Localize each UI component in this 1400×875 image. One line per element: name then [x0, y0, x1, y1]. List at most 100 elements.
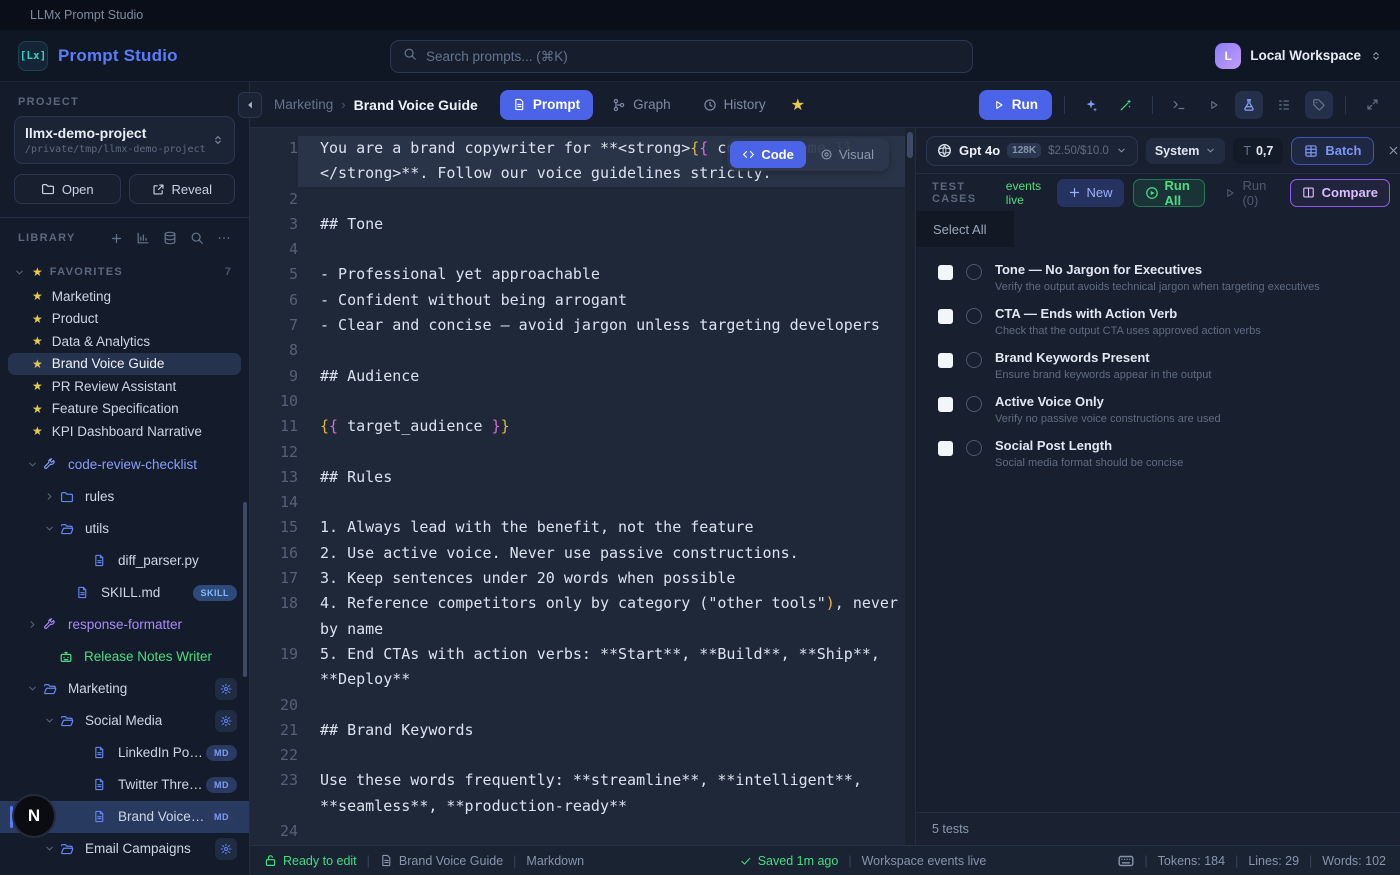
keyboard-icon[interactable] [1118, 853, 1134, 869]
test-case-row[interactable]: Active Voice OnlyVerify no passive voice… [916, 392, 1400, 429]
chevron-down-icon[interactable] [27, 459, 43, 470]
gear-icon[interactable] [215, 710, 237, 732]
role-select[interactable]: System [1146, 138, 1225, 164]
flask-icon[interactable] [1235, 91, 1263, 119]
terminal-icon[interactable] [1165, 91, 1193, 119]
tree-item[interactable]: Brand Voice Gui...MDN [0, 801, 249, 833]
favorite-toggle-star[interactable]: ★ [791, 95, 805, 115]
run-button[interactable]: Run [979, 90, 1052, 120]
editor-line[interactable]: 2 [250, 187, 905, 212]
chevron-right-icon[interactable] [44, 491, 60, 502]
favorite-item[interactable]: ★PR Review Assistant [8, 375, 241, 398]
tag-icon[interactable] [1305, 91, 1333, 119]
test-case-status-circle[interactable] [966, 440, 982, 456]
add-icon[interactable] [110, 232, 123, 245]
chevron-right-icon[interactable] [27, 619, 43, 630]
test-case-status-circle[interactable] [966, 396, 982, 412]
chart-icon[interactable] [136, 231, 150, 245]
search-input[interactable] [426, 49, 960, 64]
test-case-row[interactable]: CTA — Ends with Action VerbCheck that th… [916, 304, 1400, 341]
project-selector[interactable]: llmx-demo-project /private/tmp/llmx-demo… [14, 116, 235, 164]
magic-wand-icon[interactable] [1112, 91, 1140, 119]
model-selector[interactable]: Gpt 4o 128K $2.50/$10.0 [926, 136, 1138, 166]
tree-item[interactable]: LinkedIn Post...MD [0, 737, 249, 769]
visual-mode-button[interactable]: Visual [808, 141, 886, 168]
tree-item[interactable]: code-review-checklist [0, 449, 249, 481]
editor-line[interactable]: 21## Brand Keywords [250, 718, 905, 743]
editor-line[interactable]: 9## Audience [250, 364, 905, 389]
test-case-row[interactable]: Brand Keywords PresentEnsure brand keywo… [916, 348, 1400, 385]
tab-history[interactable]: History [690, 90, 779, 120]
search-bar[interactable] [390, 40, 973, 73]
test-case-checkbox[interactable] [938, 265, 953, 280]
open-project-button[interactable]: Open [14, 174, 121, 204]
tree-item[interactable]: rules [0, 481, 249, 513]
temperature-input[interactable]: T 0,7 [1233, 138, 1283, 164]
tree-item[interactable]: diff_parser.py [0, 545, 249, 577]
test-case-checkbox[interactable] [938, 309, 953, 324]
close-panel-icon[interactable] [1387, 144, 1400, 157]
more-options-icon[interactable] [217, 231, 231, 245]
editor-line[interactable]: 13## Rules [250, 465, 905, 490]
editor-line[interactable]: 8 [250, 338, 905, 363]
batch-button[interactable]: Batch [1291, 137, 1374, 165]
editor-line[interactable]: 5- Professional yet approachable [250, 262, 905, 287]
collapse-sidebar-button[interactable] [238, 92, 262, 118]
new-test-button[interactable]: New [1057, 179, 1123, 207]
editor-line[interactable]: 184. Reference competitors only by categ… [250, 591, 905, 642]
gear-icon[interactable] [215, 838, 237, 860]
editor-scrollbar-thumb[interactable] [907, 132, 913, 158]
editor-line[interactable]: 4 [250, 237, 905, 262]
editor-line[interactable]: 22 [250, 743, 905, 768]
editor-line[interactable]: 3## Tone [250, 212, 905, 237]
tree-item[interactable]: Release Notes Writer [0, 641, 249, 673]
tree-item[interactable]: response-formatter [0, 609, 249, 641]
run-selected-button[interactable]: Run (0) [1214, 179, 1280, 207]
test-case-checkbox[interactable] [938, 441, 953, 456]
tree-item[interactable]: utils [0, 513, 249, 545]
favorite-item[interactable]: ★Product [8, 308, 241, 331]
chevron-down-icon[interactable] [44, 715, 60, 726]
editor-line[interactable]: 195. End CTAs with action verbs: **Start… [250, 642, 905, 693]
favorites-section-header[interactable]: ★ FAVORITES 7 [0, 254, 249, 285]
expand-icon[interactable] [1358, 91, 1386, 119]
test-case-status-circle[interactable] [966, 352, 982, 368]
editor-lines[interactable]: 1You are a brand copywriter for **<stron… [250, 128, 905, 844]
reveal-project-button[interactable]: Reveal [129, 174, 236, 204]
breadcrumb-parent[interactable]: Marketing [274, 97, 333, 112]
gear-icon[interactable] [215, 678, 237, 700]
editor-line[interactable]: 12 [250, 440, 905, 465]
compare-button[interactable]: Compare [1290, 179, 1390, 207]
editor-line[interactable]: 173. Keep sentences under 20 words when … [250, 566, 905, 591]
favorite-item[interactable]: ★Brand Voice Guide [8, 353, 241, 376]
chevron-down-icon[interactable] [44, 523, 60, 534]
search-library-icon[interactable] [190, 231, 204, 245]
sparkles-icon[interactable] [1077, 91, 1105, 119]
tab-graph[interactable]: Graph [599, 90, 684, 120]
editor-line[interactable]: 11{{ target_audience }} [250, 414, 905, 439]
favorite-item[interactable]: ★KPI Dashboard Narrative [8, 420, 241, 443]
tree-item[interactable]: SKILL.mdSKILL [0, 577, 249, 609]
test-case-row[interactable]: Social Post LengthSocial media format sh… [916, 436, 1400, 473]
play-outline-icon[interactable] [1200, 91, 1228, 119]
tab-prompt[interactable]: Prompt [500, 90, 593, 120]
editor-line[interactable]: 23Use these words frequently: **streamli… [250, 768, 905, 819]
database-icon[interactable] [163, 231, 177, 245]
tree-item[interactable]: Social Media [0, 705, 249, 737]
editor-line[interactable]: 7- Clear and concise — avoid jargon unle… [250, 313, 905, 338]
run-all-button[interactable]: Run All [1133, 179, 1206, 207]
tree-item[interactable]: Marketing [0, 673, 249, 705]
favorite-item[interactable]: ★Feature Specification [8, 398, 241, 421]
code-mode-button[interactable]: Code [730, 141, 806, 168]
test-case-status-circle[interactable] [966, 308, 982, 324]
select-all-button[interactable]: Select All [916, 211, 1014, 247]
editor-line[interactable]: 151. Always lead with the benefit, not t… [250, 515, 905, 540]
test-case-checkbox[interactable] [938, 353, 953, 368]
editor-line[interactable]: 24 [250, 819, 905, 844]
editor-line[interactable]: 14 [250, 490, 905, 515]
editor-line[interactable]: 10 [250, 389, 905, 414]
code-editor[interactable]: Code Visual 1You are a brand copywriter … [250, 128, 915, 845]
tree-list-icon[interactable] [1270, 91, 1298, 119]
editor-line[interactable]: 20 [250, 693, 905, 718]
editor-line[interactable]: 162. Use active voice. Never use passive… [250, 541, 905, 566]
